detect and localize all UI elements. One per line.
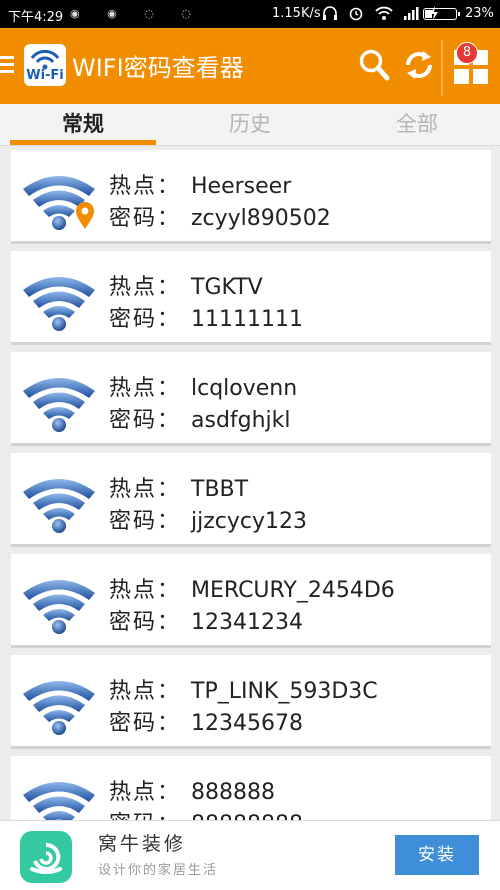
cell-signal-icon [404,7,419,20]
list-item[interactable]: 热点： Heerseer 密码： zcyyl890502 [11,150,491,244]
hotspot-label: 热点： [109,679,182,704]
hotspot-label: 热点： [109,477,182,502]
battery-percent: 23% [465,6,494,21]
hotspot-name: lcqlovenn [191,376,298,401]
password-value: 12341234 [191,610,303,635]
hotspot-name: MERCURY_2454D6 [191,578,395,603]
wifi-icon [23,479,95,533]
install-button[interactable]: 安装 [395,835,479,875]
hotspot-label: 热点： [109,275,182,300]
password-value: 12345678 [191,711,303,736]
search-icon[interactable] [358,48,390,82]
refresh-icon[interactable] [402,48,436,82]
list-item[interactable]: 热点： MERCURY_2454D6 密码： 12341234 [11,554,491,648]
password-value: jjzcycy123 [191,509,307,534]
hotspot-row: 热点： lcqlovenn [109,370,297,402]
network-speed: 1.15K/s [272,6,321,21]
hotspot-name: TBBT [191,477,249,502]
ad-subtitle: 设计你的家居生活 [98,863,219,878]
password-label: 密码： [109,806,191,820]
battery-icon [423,8,460,20]
notification-icons: ◉ ◉ ◌ ◌ [70,7,203,20]
snail-icon [30,842,62,874]
password-row: 密码： 12345678 [109,705,303,737]
password-value: 88888888 [191,812,303,820]
list-item[interactable]: 热点： lcqlovenn 密码： asdfghjkl [11,352,491,446]
password-row: 密码： asdfghjkl [109,402,291,434]
wifi-logo-icon [30,49,60,70]
hotspot-name: Heerseer [191,174,292,199]
password-value: zcyyl890502 [191,206,331,231]
wifi-icon [23,782,95,820]
hotspot-name: 888888 [191,780,275,805]
notification-badge: 8 [456,42,478,64]
password-label: 密码： [109,408,182,433]
wifi-icon [23,580,95,634]
password-value: asdfghjkl [191,408,291,433]
hotspot-name: TP_LINK_593D3C [191,679,378,704]
password-label: 密码： [109,610,182,635]
tab-all[interactable]: 全部 [334,104,500,146]
ad-title: 窝牛装修 [98,833,187,855]
hotspot-row: 热点： TP_LINK_593D3C [109,673,378,705]
password-row: 密码： zcyyl890502 [109,200,331,232]
password-label: 密码： [109,711,182,736]
hotspot-row: 热点： MERCURY_2454D6 [109,572,395,604]
password-label: 密码： [109,307,182,332]
password-label: 密码： [109,509,182,534]
tab-divider [0,145,500,146]
password-row: 密码： jjzcycy123 [109,503,307,535]
app-logo: Wi-Fi [24,44,66,86]
password-row: 密码：88888888 [109,806,303,820]
hotspot-label: 热点： [109,578,182,603]
wifi-icon [23,277,95,331]
app-title: WIFI密码查看器 [72,54,244,82]
wifi-icon [23,681,95,735]
wifi-icon [23,378,95,432]
password-row: 密码： 12341234 [109,604,303,636]
list-item[interactable]: 热点： TGKTV 密码： 11111111 [11,251,491,345]
status-bar: 下午4:29 ◉ ◉ ◌ ◌ 1.15K/s 23% [0,0,500,28]
ad-banner[interactable]: 窝牛装修 设计你的家居生活 安装 [0,820,500,890]
hotspot-name: TGKTV [191,275,263,300]
hotspot-row: 热点： TGKTV [109,269,263,301]
status-time: 下午4:29 [8,10,64,25]
wifi-signal-icon [375,6,393,20]
password-label: 密码： [109,206,182,231]
list-item[interactable]: 热点： 888888 密码：88888888 [11,756,491,820]
ad-app-logo [20,831,72,883]
password-row: 密码： 11111111 [109,301,303,333]
status-icons [322,5,438,23]
hotspot-row: 热点： TBBT [109,471,248,503]
hotspot-row: 热点： 888888 [109,774,275,806]
list-item[interactable]: 热点： TBBT 密码： jjzcycy123 [11,453,491,547]
headphone-icon [323,6,337,20]
tab-history[interactable]: 历史 [167,104,333,146]
hotspot-label: 热点： [109,376,182,401]
hotspot-row: 热点： Heerseer [109,168,291,200]
header-divider [441,40,443,96]
password-value: 11111111 [191,307,303,332]
hotspot-label: 热点： [109,780,182,805]
wifi-list[interactable]: 热点： Heerseer 密码： zcyyl890502 热点： TGKTV 密… [0,150,500,820]
list-item[interactable]: 热点： TP_LINK_593D3C 密码： 12345678 [11,655,491,749]
menu-icon[interactable] [0,52,14,76]
alarm-icon [350,7,363,21]
hotspot-label: 热点： [109,174,182,199]
location-pin-icon [76,202,94,229]
logo-text: Wi-Fi [26,68,64,83]
